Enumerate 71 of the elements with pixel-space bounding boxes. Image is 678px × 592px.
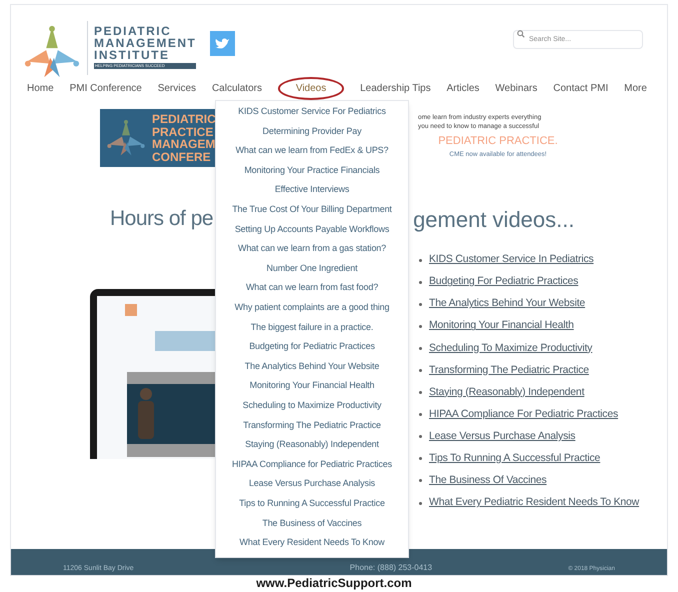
logo-text: PEDIATRIC [94,25,172,37]
nav-link[interactable]: PMI Conference [70,80,142,96]
banner-title: CONFERE [152,150,212,163]
dropdown-item[interactable]: The True Cost Of Your Billing Department [232,200,392,220]
dropdown-item[interactable]: Setting Up Accounts Payable Workflows [234,220,390,240]
bullet-icon [419,457,422,460]
nav-link[interactable]: Leadership Tips [360,80,431,96]
video-link[interactable]: KIDS Customer Service In Pediatrics [429,252,594,268]
banner-title: MANAGEM [152,138,216,150]
bullet-icon [419,435,422,438]
nav-link[interactable]: Contact PMI [553,80,608,96]
logo-text: INSTITUTE [94,49,170,61]
twitter-icon[interactable] [210,31,236,56]
video-link[interactable]: Tips To Running A Successful Practice [429,451,600,467]
nav-link[interactable]: Home [27,80,54,96]
dropdown-item[interactable]: Staying (Reasonably) Independent [245,435,379,455]
bullet-icon [419,280,422,284]
video-link[interactable]: What Every Pediatric Resident Needs To Know [429,495,640,511]
video-link[interactable]: HIPAA Compliance For Pediatric Practices [429,406,618,423]
dropdown-item[interactable]: Number One Ingredient [266,258,358,278]
bullet-icon [419,391,422,394]
dropdown-item[interactable]: KIDS Customer Service For Pediatrics [238,102,386,122]
dropdown-item[interactable]: What can we learn from a gas station? [238,239,386,259]
dropdown-item[interactable]: What can we learn from FedEx & UPS? [236,141,388,161]
logo-text: MANAGEMENT [94,37,196,49]
video-link[interactable]: Scheduling To Maximize Productivity [429,340,592,356]
nav-link[interactable]: Calculators [212,80,262,96]
dropdown-item[interactable]: HIPAA Compliance for Pediatric Practices [232,454,392,474]
dropdown-item[interactable]: Why patient complaints are a good thing [234,298,390,318]
dropdown-item[interactable]: The Analytics Behind Your Website [244,356,380,376]
footer-phone: Phone: (888) 253-0413 [350,562,432,574]
dropdown-item[interactable]: Monitoring Your Practice Financials [244,160,380,180]
caption: www.PediatricSupport.com [256,576,412,591]
dropdown-item[interactable]: The Business of Vaccines [262,513,362,534]
bullet-icon [419,302,422,306]
dropdown-item[interactable]: The biggest failure in a practice. [250,318,374,338]
dropdown-item[interactable]: Scheduling to Maximize Productivity [242,396,382,416]
dropdown-item[interactable]: Budgeting for Pediatric Practices [249,337,375,357]
search-icon [517,30,525,38]
bullet-icon [419,479,422,482]
video-link[interactable]: Monitoring Your Financial Health [429,318,574,334]
video-link[interactable]: Transforming The Pediatric Practice [429,362,589,378]
nav-link[interactable]: Webinars [495,80,538,96]
dropdown-item[interactable]: Tips to Running A Successful Practice [239,494,385,514]
nav-link[interactable]: Articles [446,80,480,96]
banner-highlight: PEDIATRIC PRACTICE. [438,134,558,149]
heading-text: gement videos... [413,206,574,234]
dropdown-item[interactable]: Effective Interviews [274,180,350,200]
nav-link[interactable]: More [624,80,647,96]
dropdown-item[interactable]: What can we learn from fast food? [246,278,378,298]
bullet-icon [419,324,422,328]
video-link[interactable]: The Business Of Vaccines [429,473,547,489]
video-link[interactable]: Budgeting For Pediatric Practices [429,274,578,290]
bullet-icon [419,413,422,416]
bullet-icon [419,502,422,505]
video-link[interactable]: Staying (Reasonably) Independent [429,384,584,400]
nav-link[interactable]: Services [158,80,196,96]
bullet-icon [419,346,422,350]
dropdown-item[interactable]: What Every Resident Needs To Know [240,533,384,553]
video-link[interactable]: Lease Versus Purchase Analysis [429,428,576,445]
dropdown-item[interactable]: Monitoring Your Financial Health [250,376,374,396]
banner-title: PEDIATRIC [152,113,216,126]
heading-text: Hours of pe [110,206,214,232]
dropdown-item[interactable]: Determining Provider Pay [262,122,362,142]
star-logo-icon [106,118,146,158]
bullet-icon [419,258,422,262]
dropdown-item[interactable]: Lease Versus Purchase Analysis [248,474,376,494]
bullet-icon [419,369,422,372]
banner-title: PRACTICE [152,126,214,138]
video-link[interactable]: The Analytics Behind Your Website [429,296,586,312]
dropdown-item[interactable]: Transforming The Pediatric Practice [243,416,381,436]
